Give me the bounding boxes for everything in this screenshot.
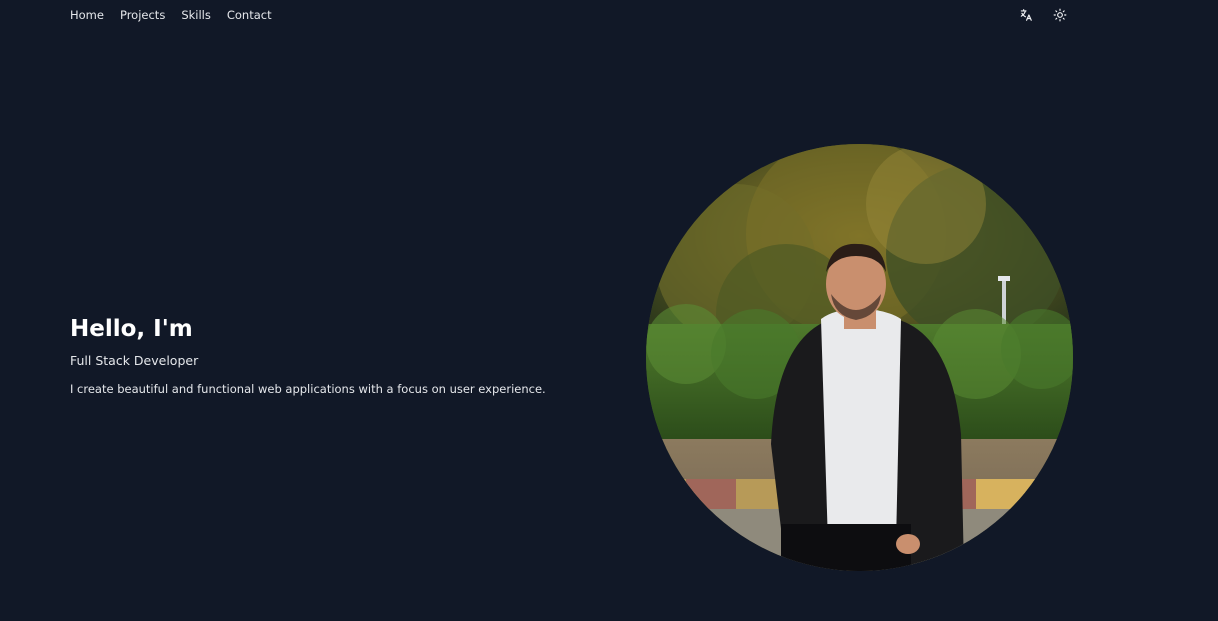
nav-item-contact[interactable]: Contact xyxy=(227,8,272,22)
nav-item-home[interactable]: Home xyxy=(70,8,104,22)
theme-toggle-button[interactable] xyxy=(1050,5,1070,25)
hero-intro: Hello, I'm Full Stack Developer I create… xyxy=(70,314,590,397)
hero-role: Full Stack Developer xyxy=(70,353,199,368)
main-nav: Home Projects Skills Contact xyxy=(70,0,272,30)
profile-photo xyxy=(646,144,1073,571)
nav-item-projects[interactable]: Projects xyxy=(120,8,165,22)
page: Home Projects Skills Contact Hello, I'm … xyxy=(0,0,1218,621)
hero-description: I create beautiful and functional web ap… xyxy=(70,382,546,396)
sun-icon xyxy=(1053,8,1067,22)
language-toggle-button[interactable] xyxy=(1016,5,1036,25)
nav-actions xyxy=(1016,5,1070,25)
hero-greeting: Hello, I'm xyxy=(70,316,193,342)
translate-icon xyxy=(1019,8,1033,22)
nav-item-skills[interactable]: Skills xyxy=(181,8,211,22)
